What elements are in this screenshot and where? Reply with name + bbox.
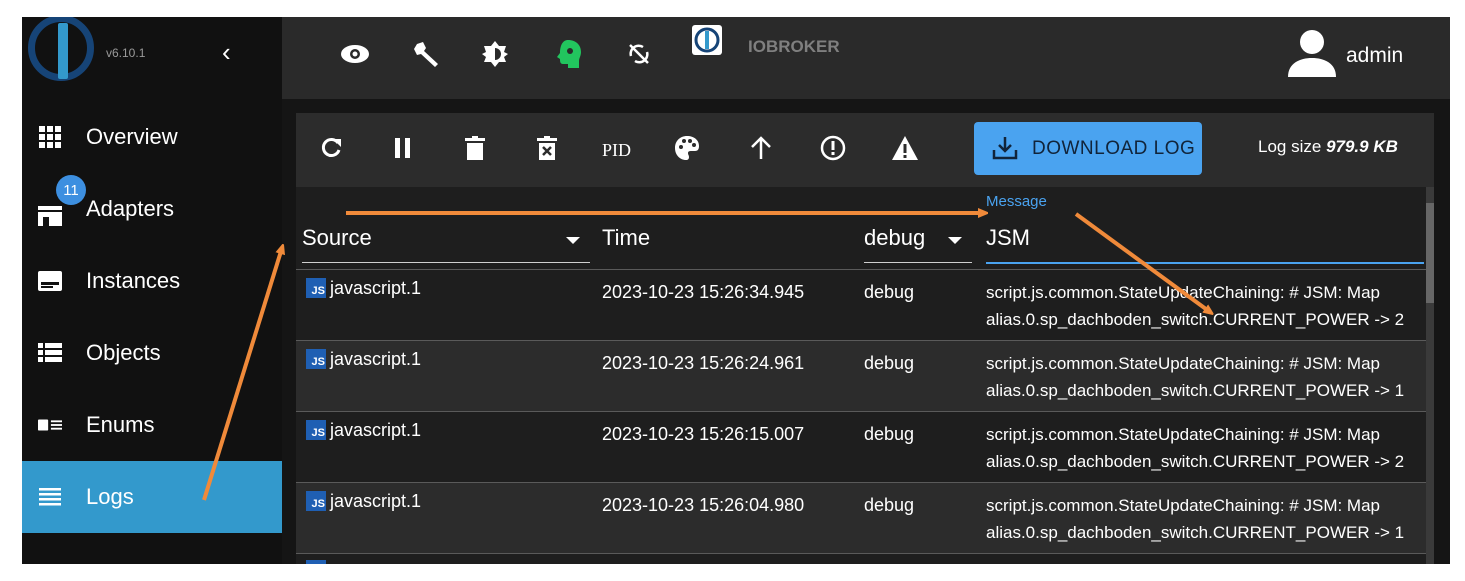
arrow-up-icon[interactable] xyxy=(746,133,776,163)
user-name[interactable]: admin xyxy=(1346,44,1403,68)
log-source: javascript.1 xyxy=(330,491,422,511)
log-row[interactable]: JS javascript.1 2023-10-23 15:26:15.007 … xyxy=(296,412,1434,482)
javascript-adapter-icon xyxy=(306,560,326,564)
collapse-sidebar-icon[interactable]: ‹ xyxy=(222,37,231,68)
app-window: v6.10.1 ‹ Overview 11 Adapters Instances… xyxy=(22,17,1450,564)
wrench-icon[interactable] xyxy=(412,39,442,69)
iobroker-logo-bar xyxy=(58,23,68,79)
log-source: javascript.1 xyxy=(330,420,422,440)
sidebar-item-label: Logs xyxy=(86,484,134,509)
pid-toggle[interactable]: PID xyxy=(602,140,631,161)
log-message-line-1: script.js.common.StateUpdateChaining: # … xyxy=(986,283,1381,302)
logo-area: v6.10.1 ‹ xyxy=(22,17,282,99)
download-log-label: DOWNLOAD LOG xyxy=(1032,137,1196,159)
level-filter-underline xyxy=(864,262,972,263)
expert-mode-icon[interactable] xyxy=(554,39,584,69)
brand-name: IOBROKER xyxy=(748,37,840,56)
brightness-icon[interactable] xyxy=(480,39,510,69)
log-time: 2023-10-23 15:26:04.980 xyxy=(602,495,805,515)
download-icon xyxy=(992,136,1018,165)
message-filter-underline xyxy=(986,262,1424,264)
log-toolbar: PID DOWNLOAD LOG Log size 979.9 KB xyxy=(296,113,1434,187)
enums-icon xyxy=(38,413,62,437)
log-message-line-2: alias.0.sp_dachboden_switch.CURRENT_POWE… xyxy=(986,523,1405,542)
log-level: debug xyxy=(864,424,915,444)
source-filter-underline xyxy=(302,262,590,263)
level-filter[interactable]: debug xyxy=(864,225,925,251)
sidebar-item-enums[interactable]: Enums xyxy=(22,389,282,461)
grid-icon xyxy=(38,125,62,149)
sidebar-item-overview[interactable]: Overview xyxy=(22,101,282,173)
list-icon xyxy=(38,341,62,365)
log-message-line-2: alias.0.sp_dachboden_switch.CURRENT_POWE… xyxy=(986,310,1405,329)
log-message-line-1: script.js.common.StateUpdateChaining: # … xyxy=(986,425,1381,444)
instances-icon xyxy=(38,269,62,293)
error-filter-icon[interactable] xyxy=(818,133,848,163)
log-time: 2023-10-23 15:26:34.945 xyxy=(602,282,805,302)
sidebar-item-logs[interactable]: Logs xyxy=(22,461,282,533)
sidebar-item-label: Objects xyxy=(86,340,161,365)
log-message-line-1: script.js.common.StateUpdateChaining: # … xyxy=(986,354,1381,373)
sidebar-item-instances[interactable]: Instances xyxy=(22,245,282,317)
eye-icon[interactable] xyxy=(340,39,370,69)
palette-icon[interactable] xyxy=(672,133,702,163)
javascript-adapter-icon: JS xyxy=(306,491,326,511)
warning-filter-icon[interactable] xyxy=(890,133,920,163)
message-filter-input[interactable]: JSM xyxy=(986,225,1030,251)
top-bar: IOBROKER admin xyxy=(282,17,1450,99)
download-log-button[interactable]: DOWNLOAD LOG xyxy=(974,122,1202,175)
log-size-value: 979.9 KB xyxy=(1326,137,1398,156)
sidebar-item-adapters[interactable]: 11 Adapters xyxy=(22,173,282,245)
sidebar-item-label: Enums xyxy=(86,412,155,437)
log-level: debug xyxy=(864,282,915,302)
clear-log-icon[interactable] xyxy=(532,133,562,163)
javascript-adapter-icon: JS xyxy=(306,420,326,440)
log-time: 2023-10-23 15:26:15.007 xyxy=(602,424,805,444)
source-dropdown-icon[interactable] xyxy=(566,237,580,244)
log-row-partial[interactable] xyxy=(296,554,1434,564)
javascript-adapter-icon: JS xyxy=(306,349,326,369)
log-time: 2023-10-23 15:26:24.961 xyxy=(602,353,805,373)
log-message-line-2: alias.0.sp_dachboden_switch.CURRENT_POWE… xyxy=(986,381,1405,400)
log-source: javascript.1 xyxy=(330,278,422,298)
logs-icon xyxy=(38,485,62,509)
log-level: debug xyxy=(864,495,915,515)
log-message-line-2: alias.0.sp_dachboden_switch.CURRENT_POWE… xyxy=(986,452,1405,471)
log-size: Log size 979.9 KB xyxy=(1258,137,1398,156)
store-icon xyxy=(38,203,62,227)
log-source: javascript.1 xyxy=(330,349,422,369)
log-scrollbar-thumb[interactable] xyxy=(1426,203,1434,303)
pause-icon[interactable] xyxy=(388,133,418,163)
user-avatar-icon[interactable] xyxy=(1286,27,1338,79)
log-row[interactable]: JS javascript.1 2023-10-23 15:26:04.980 … xyxy=(296,483,1434,553)
log-panel: PID DOWNLOAD LOG Log size 979.9 KB Messa… xyxy=(296,113,1434,564)
message-filter-label: Message xyxy=(986,193,1047,210)
version-label: v6.10.1 xyxy=(106,46,146,60)
iobroker-brand-logo xyxy=(692,25,722,55)
sidebar-item-label: Instances xyxy=(86,268,181,293)
user-icon xyxy=(38,559,62,564)
log-row[interactable]: JS javascript.1 2023-10-23 15:26:34.945 … xyxy=(296,270,1434,340)
delete-icon[interactable] xyxy=(460,133,490,163)
sidebar: v6.10.1 ‹ Overview 11 Adapters Instances… xyxy=(22,17,282,564)
log-message-line-1: script.js.common.StateUpdateChaining: # … xyxy=(986,496,1381,515)
sidebar-item-more[interactable] xyxy=(22,537,282,564)
time-column-header: Time xyxy=(602,225,651,250)
sidebar-item-label: Adapters xyxy=(86,196,175,221)
sidebar-item-objects[interactable]: Objects xyxy=(22,317,282,389)
level-dropdown-icon[interactable] xyxy=(948,237,962,244)
log-level: debug xyxy=(864,353,915,373)
adapters-count-badge: 11 xyxy=(56,175,86,205)
refresh-icon[interactable] xyxy=(316,133,346,163)
source-filter[interactable]: Source xyxy=(302,225,372,251)
javascript-adapter-icon: JS xyxy=(306,278,326,298)
sync-off-icon[interactable] xyxy=(624,39,654,69)
log-row[interactable]: JS javascript.1 2023-10-23 15:26:24.961 … xyxy=(296,341,1434,411)
sidebar-item-label: Overview xyxy=(86,124,178,149)
